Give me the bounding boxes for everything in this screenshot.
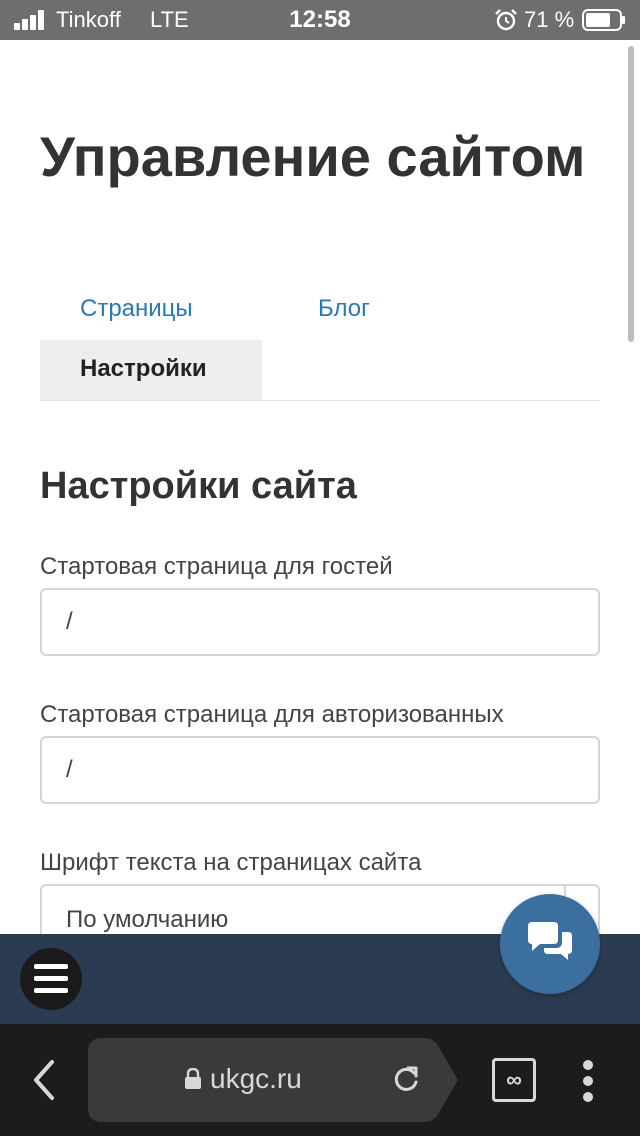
tab-settings[interactable]: Настройки (40, 340, 262, 400)
tab-blog[interactable]: Блог (318, 294, 370, 324)
status-bar: Tinkoff LTE 12:58 71 % (0, 0, 640, 40)
auth-start-label: Стартовая страница для авторизованных (40, 701, 504, 728)
auth-start-input[interactable] (40, 736, 600, 804)
page-title: Управление сайтом (40, 125, 586, 188)
carrier-name: Tinkoff (56, 7, 121, 32)
guest-start-label: Стартовая страница для гостей (40, 553, 393, 580)
back-icon[interactable] (26, 1056, 62, 1104)
tabs-button[interactable]: ∞ (492, 1058, 536, 1102)
page-scrollbar[interactable] (628, 46, 634, 342)
tab-settings-label: Настройки (80, 355, 207, 382)
battery-percent: 71 % (524, 7, 575, 32)
network-type: LTE (150, 7, 189, 32)
hamburger-menu-button[interactable] (20, 948, 82, 1010)
tabs-divider (40, 400, 600, 401)
alarm-icon (495, 9, 517, 31)
signal-icon (14, 10, 48, 30)
clock: 12:58 (289, 6, 351, 33)
reload-icon[interactable] (392, 1064, 420, 1094)
url-text[interactable]: ukgc.ru (210, 1063, 302, 1095)
battery-icon (582, 9, 625, 31)
lock-icon (185, 1068, 201, 1089)
font-select-value: По умолчанию (66, 906, 229, 933)
section-title: Настройки сайта (40, 465, 357, 507)
tabs-button-label: ∞ (506, 1067, 522, 1092)
guest-start-input[interactable] (40, 588, 600, 656)
more-icon[interactable] (578, 1060, 598, 1102)
tab-pages[interactable]: Страницы (80, 294, 193, 324)
font-select-label: Шрифт текста на страницах сайта (40, 849, 422, 876)
chat-bubbles-icon (528, 922, 572, 960)
chat-button[interactable] (500, 894, 600, 994)
